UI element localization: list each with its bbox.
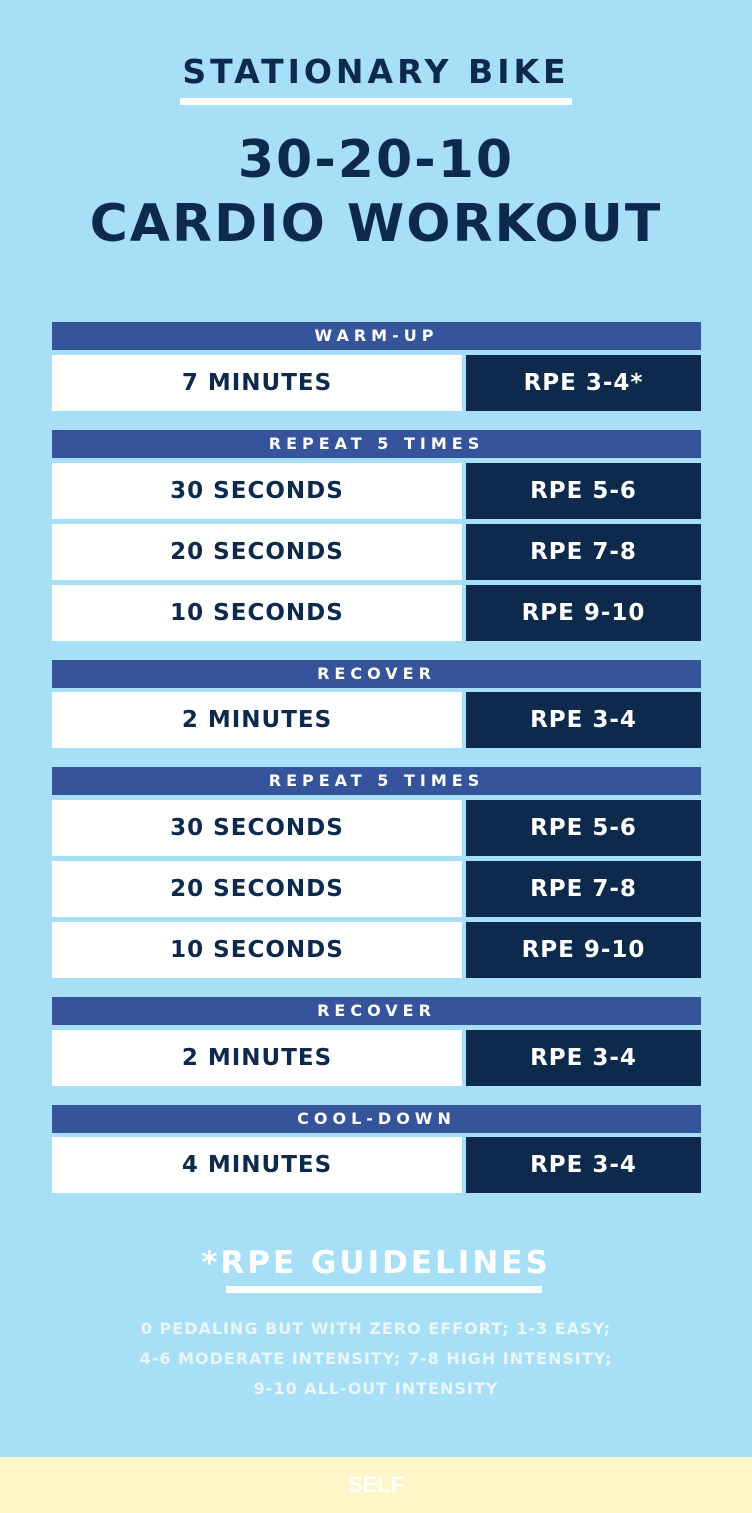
table-row: 20 SECONDS RPE 7-8	[52, 524, 701, 580]
row-duration: 30 SECONDS	[52, 463, 462, 519]
row-rpe: RPE 3-4	[466, 692, 701, 748]
footer-bar: SELF	[0, 1457, 752, 1513]
row-duration: 2 MINUTES	[52, 692, 462, 748]
row-duration: 20 SECONDS	[52, 861, 462, 917]
table-row: 20 SECONDS RPE 7-8	[52, 861, 701, 917]
guidelines-line: 0 PEDALING BUT WITH ZERO EFFORT; 1-3 EAS…	[140, 1319, 612, 1338]
row-duration: 10 SECONDS	[52, 922, 462, 978]
section-header-repeat-1: REPEAT 5 TIMES	[52, 430, 701, 458]
guidelines-text: 0 PEDALING BUT WITH ZERO EFFORT; 1-3 EAS…	[0, 1314, 752, 1404]
row-duration: 30 SECONDS	[52, 800, 462, 856]
kicker-heading: STATIONARY BIKE	[182, 52, 570, 91]
guidelines-underline	[226, 1286, 542, 1293]
row-duration: 20 SECONDS	[52, 524, 462, 580]
row-rpe: RPE 7-8	[466, 861, 701, 917]
self-logo: SELF	[347, 1472, 405, 1497]
row-rpe: RPE 9-10	[466, 922, 701, 978]
row-rpe: RPE 5-6	[466, 800, 701, 856]
section-header-warm-up: WARM-UP	[52, 322, 701, 350]
table-row: 4 MINUTES RPE 3-4	[52, 1137, 701, 1193]
page-title: 30-20-10 CARDIO WORKOUT	[0, 128, 752, 256]
section-header-repeat-2: REPEAT 5 TIMES	[52, 767, 701, 795]
table-row: 30 SECONDS RPE 5-6	[52, 800, 701, 856]
kicker-underline	[180, 98, 572, 105]
title-line-1: 30-20-10	[237, 130, 515, 190]
table-row: 10 SECONDS RPE 9-10	[52, 585, 701, 641]
guidelines-title: *RPE GUIDELINES	[201, 1245, 551, 1281]
row-duration: 2 MINUTES	[52, 1030, 462, 1086]
section-header-cool-down: COOL-DOWN	[52, 1105, 701, 1133]
title-line-2: CARDIO WORKOUT	[89, 194, 663, 254]
table-row: 30 SECONDS RPE 5-6	[52, 463, 701, 519]
infographic: STATIONARY BIKE 30-20-10 CARDIO WORKOUT …	[0, 0, 752, 1513]
row-duration: 4 MINUTES	[52, 1137, 462, 1193]
row-duration: 10 SECONDS	[52, 585, 462, 641]
row-rpe: RPE 3-4	[466, 1030, 701, 1086]
table-row: 2 MINUTES RPE 3-4	[52, 692, 701, 748]
row-rpe: RPE 7-8	[466, 524, 701, 580]
section-header-recover-1: RECOVER	[52, 660, 701, 688]
row-rpe: RPE 3-4	[466, 1137, 701, 1193]
row-rpe: RPE 3-4*	[466, 355, 701, 411]
table-row: 2 MINUTES RPE 3-4	[52, 1030, 701, 1086]
guidelines-line: 4-6 MODERATE INTENSITY; 7-8 HIGH INTENSI…	[139, 1349, 613, 1368]
guidelines-line: 9-10 ALL-OUT INTENSITY	[253, 1379, 499, 1398]
row-rpe: RPE 9-10	[466, 585, 701, 641]
table-row: 10 SECONDS RPE 9-10	[52, 922, 701, 978]
section-header-recover-2: RECOVER	[52, 997, 701, 1025]
row-duration: 7 MINUTES	[52, 355, 462, 411]
row-rpe: RPE 5-6	[466, 463, 701, 519]
table-row: 7 MINUTES RPE 3-4*	[52, 355, 701, 411]
